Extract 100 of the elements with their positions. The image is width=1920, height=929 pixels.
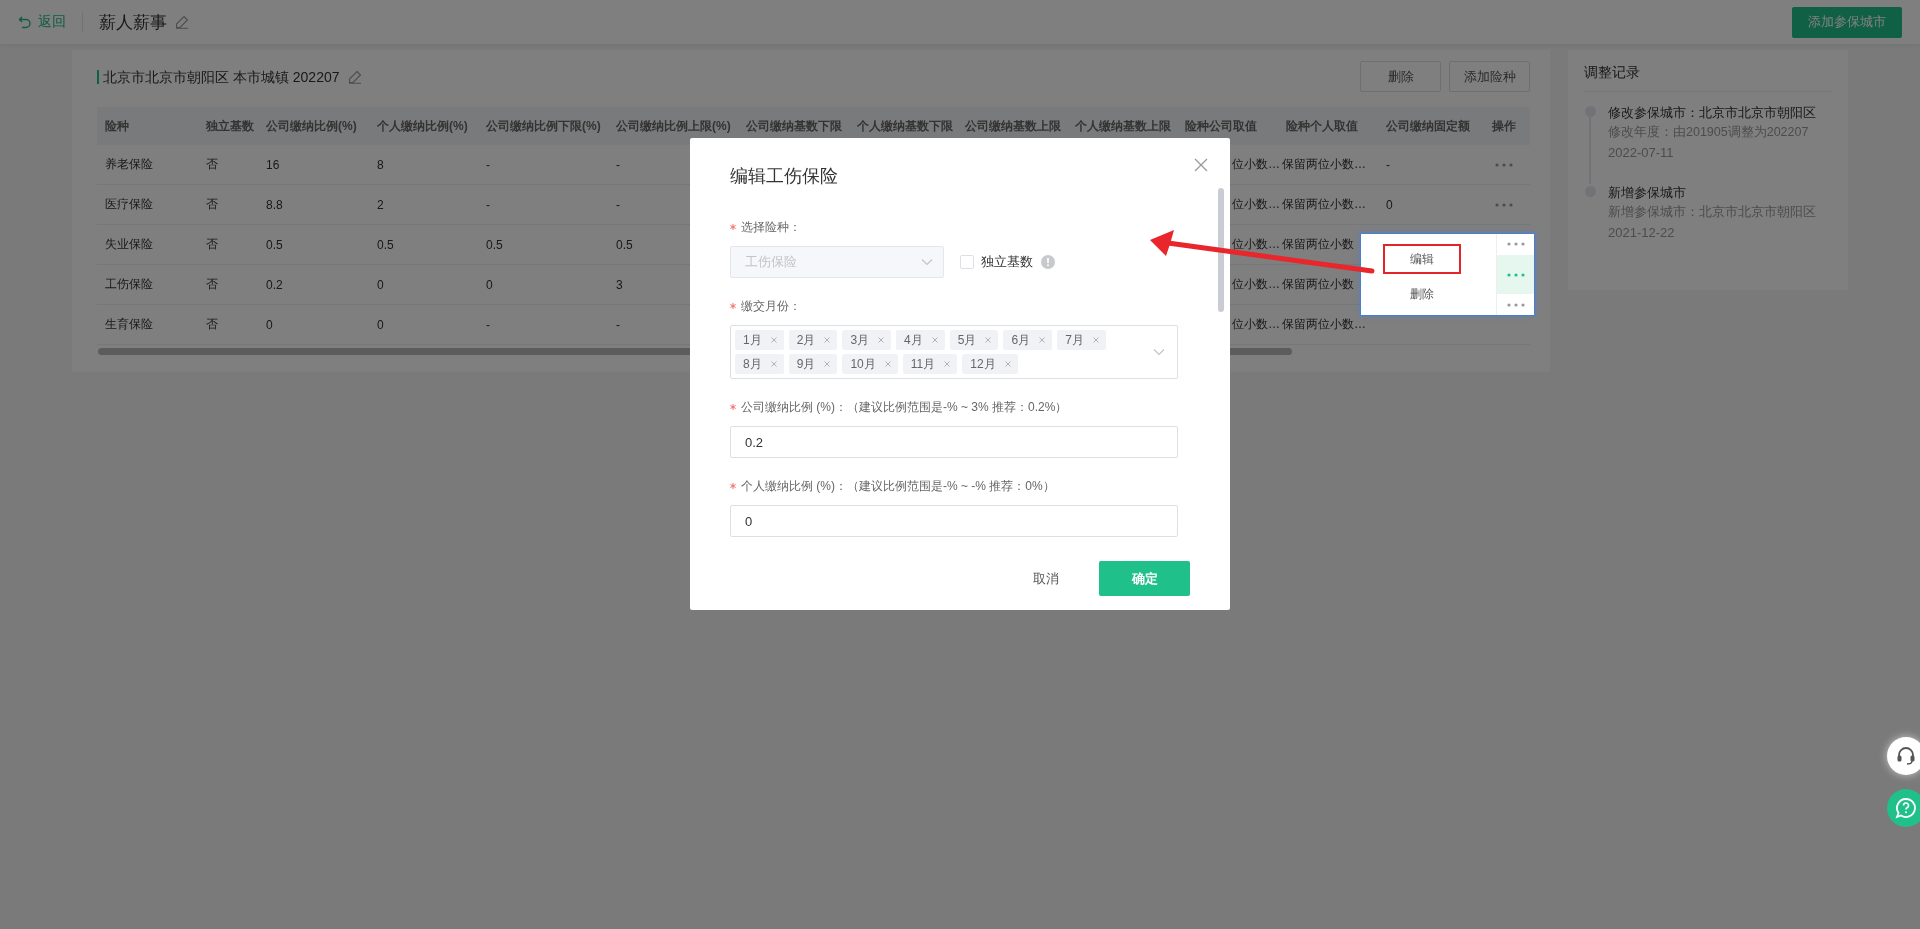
table-cell-text: - [485, 157, 491, 172]
month-tag: 2月 [788, 330, 838, 350]
table-cell-text: 0.5 [615, 237, 634, 252]
table-cell: 位小数… [1232, 156, 1280, 173]
table-cell-text: 工伤保险 [104, 276, 154, 293]
remove-icon[interactable] [1004, 361, 1011, 367]
month-multiselect[interactable]: 1月 2月 3月 4月 5月 6月 7月 8月 9月 10月 11月 12月 [730, 325, 1178, 379]
checkbox-label: 独立基数 [981, 253, 1033, 271]
remove-icon[interactable] [824, 361, 831, 367]
table-cell-text: 保留两位小数 [1281, 236, 1355, 253]
month-tag: 7月 [1057, 330, 1106, 350]
panel-title: 调整记录 [1584, 64, 1832, 92]
column-header: 公司缴纳基数上限 [964, 117, 1062, 135]
history-title: 新增参保城市 [1608, 184, 1687, 202]
edit-icon[interactable] [347, 69, 362, 84]
remove-icon[interactable] [931, 337, 938, 343]
table-cell-text: 0.2 [265, 277, 284, 292]
card-button[interactable]: 删除 [1360, 61, 1441, 92]
month-tag: 1月 [735, 330, 784, 350]
table-cell: 位小数… [1232, 236, 1280, 253]
table-cell-text: 0 [376, 317, 385, 332]
dialog-title: 编辑工伤保险 [730, 165, 839, 188]
remove-icon[interactable] [1039, 337, 1046, 343]
table-cell-text: 医疗保险 [104, 196, 154, 213]
table-cell-text: 0.5 [376, 237, 395, 252]
month-tag: 6月 [1003, 330, 1053, 350]
table-cell-text: 0 [1385, 197, 1394, 212]
more-icon[interactable] [1495, 202, 1513, 207]
more-icon [1506, 302, 1525, 307]
table-cell-text: 否 [205, 276, 219, 293]
ratio-input[interactable]: 0.2 [730, 426, 1178, 458]
table-cell-text: - [615, 317, 621, 332]
undo-icon [18, 15, 32, 29]
help-button[interactable] [1887, 789, 1920, 827]
more-icon[interactable] [1495, 162, 1513, 167]
remove-icon[interactable] [1092, 337, 1099, 343]
remove-icon[interactable] [884, 361, 891, 367]
month-tag: 11月 [902, 354, 958, 374]
month-tag: 8月 [735, 354, 784, 374]
chevron-down-icon [1153, 348, 1165, 356]
menu-item[interactable]: 删除 [1383, 279, 1461, 309]
card-button[interactable]: 添加险种 [1449, 61, 1530, 92]
table-cell-text: 失业保险 [104, 236, 154, 253]
action-cell[interactable] [1497, 254, 1534, 295]
table-cell-text: 否 [205, 196, 219, 213]
remove-icon[interactable] [770, 361, 777, 367]
more-icon [1506, 242, 1525, 247]
column-header: 公司缴纳比例下限(%) [485, 117, 602, 135]
vertical-scrollbar[interactable] [1218, 188, 1224, 312]
more-icon [1506, 272, 1525, 277]
history-title: 修改参保城市：北京市北京市朝阳区 [1608, 104, 1816, 122]
table-cell-text: - [1385, 157, 1391, 172]
column-header: 险种公司取值 [1184, 117, 1258, 135]
column-header: 个人缴纳基数下限 [856, 117, 954, 135]
column-header: 个人缴纳比例(%) [376, 117, 469, 135]
remove-icon[interactable] [985, 337, 992, 343]
table-cell-text: 生育保险 [104, 316, 154, 333]
table-cell: 位小数… [1232, 196, 1280, 213]
column-header: 独立基数 [205, 117, 255, 135]
info-icon[interactable] [1041, 255, 1055, 269]
column-header: 险种个人取值 [1285, 117, 1359, 135]
headset-icon [1895, 745, 1917, 767]
field-label: 选择险种： [741, 218, 801, 236]
table-cell-text: - [615, 157, 621, 172]
table-cell-text: 否 [205, 156, 219, 173]
column-header: 操作 [1491, 117, 1517, 135]
remove-icon[interactable] [824, 337, 831, 343]
field-label: 个人缴纳比例 (%)：（建议比例范围是-% ~ -% 推荐：0%） [741, 477, 1055, 495]
field-label: 公司缴纳比例 (%)：（建议比例范围是-% ~ 3% 推荐：0.2%） [741, 398, 1068, 416]
table-cell-text: - [485, 317, 491, 332]
month-tag: 9月 [788, 354, 838, 374]
remove-icon[interactable] [878, 337, 885, 343]
remove-icon[interactable] [944, 361, 951, 367]
page-title: 薪人薪事 [99, 11, 167, 34]
column-header: 公司缴纳比例上限(%) [615, 117, 732, 135]
help-icon [1895, 797, 1917, 819]
table-cell-text: 0.5 [485, 237, 504, 252]
cancel-button[interactable]: 取消 [1011, 561, 1081, 596]
table-cell-text: 0.5 [265, 237, 284, 252]
table-cell-text: 3 [615, 277, 624, 292]
column-header: 公司缴纳固定额 [1385, 117, 1471, 135]
ratio-input[interactable]: 0 [730, 505, 1178, 537]
menu-item[interactable]: 编辑 [1383, 244, 1461, 274]
close-icon[interactable] [1194, 158, 1208, 172]
support-button[interactable] [1887, 737, 1920, 775]
table-cell-text: - [615, 197, 621, 212]
edit-icon[interactable] [175, 15, 189, 29]
table-cell-text: 2 [376, 197, 385, 212]
table-cell: 位小数… [1232, 316, 1280, 333]
month-tag: 12月 [962, 354, 1018, 374]
chevron-down-icon [921, 258, 933, 266]
table-cell-text: 否 [205, 316, 219, 333]
table-cell-text: 8.8 [265, 197, 284, 212]
table-cell-text: 养老保险 [104, 156, 154, 173]
field-label: 缴交月份： [741, 297, 801, 315]
column-header: 个人缴纳基数上限 [1074, 117, 1172, 135]
column-header: 公司缴纳基数下限 [745, 117, 843, 135]
month-tag: 5月 [949, 330, 999, 350]
remove-icon[interactable] [770, 337, 777, 343]
table-cell-text: 0 [376, 277, 385, 292]
